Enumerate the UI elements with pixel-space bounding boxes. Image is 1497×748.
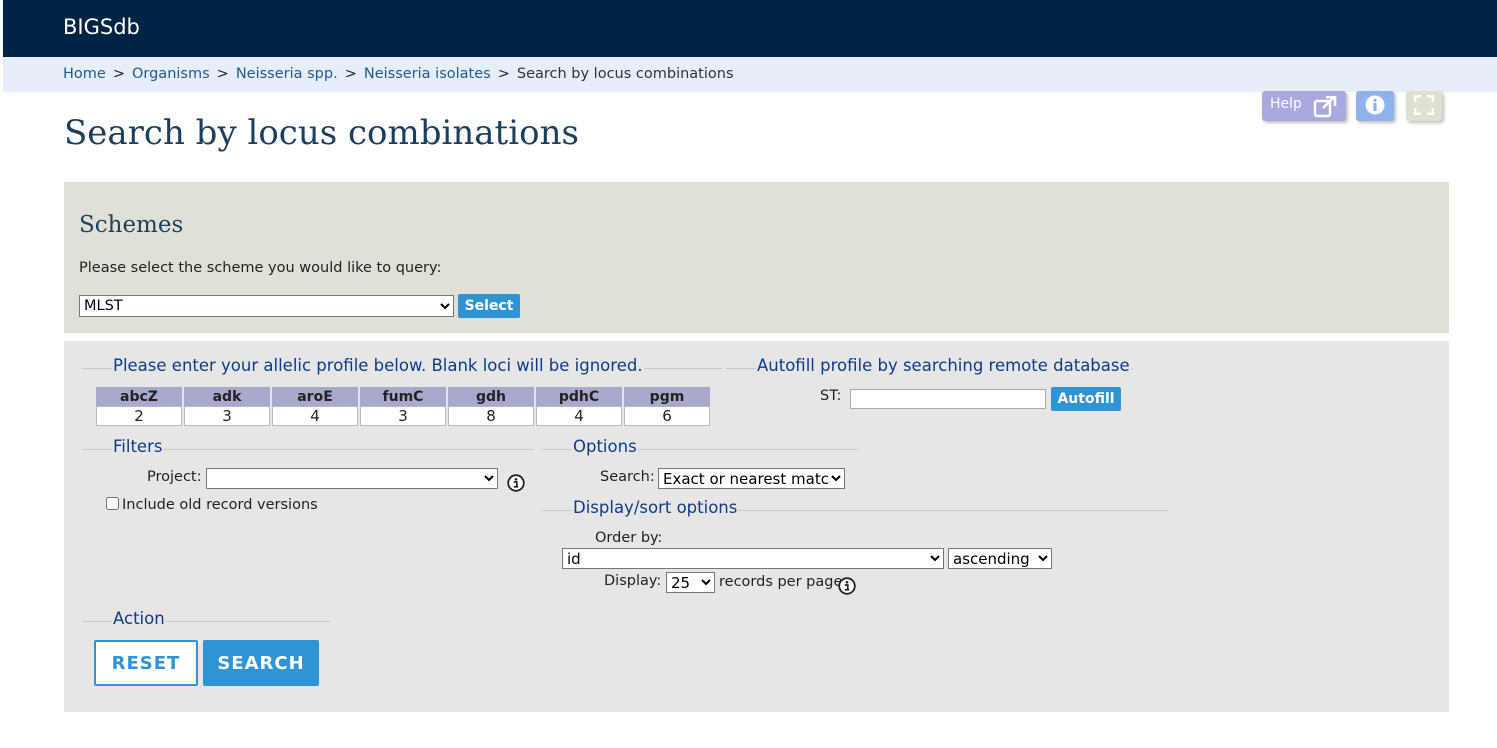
- help-button[interactable]: Help: [1262, 91, 1346, 121]
- profile-legend: Please enter your allelic profile below.…: [112, 356, 644, 375]
- reset-button[interactable]: RESET: [94, 640, 198, 686]
- allele-input-abcz[interactable]: 2: [96, 406, 182, 426]
- locus-header: pdhC: [536, 387, 622, 406]
- records-per-page-select[interactable]: 25: [666, 572, 715, 593]
- query-panel: Please enter your allelic profile below.…: [64, 341, 1449, 712]
- breadcrumb-organisms[interactable]: Organisms: [132, 66, 210, 82]
- sort-direction-select[interactable]: ascending: [948, 548, 1052, 569]
- records-per-page-label: records per page: [719, 574, 843, 590]
- display-info-icon[interactable]: [838, 577, 856, 595]
- help-label: Help: [1270, 96, 1302, 112]
- locus-header: gdh: [448, 387, 534, 406]
- breadcrumb-neisseria-isolates[interactable]: Neisseria isolates: [364, 66, 491, 82]
- expand-button[interactable]: [1406, 91, 1442, 121]
- allelic-profile-table: abcZ adk aroE fumC gdh pdhC pgm 2 3 4 3 …: [94, 387, 712, 426]
- action-legend: Action: [112, 609, 166, 628]
- display-sort-legend: Display/sort options: [572, 498, 739, 517]
- external-link-icon: [1313, 96, 1337, 118]
- st-input[interactable]: [850, 389, 1046, 409]
- project-select[interactable]: [206, 468, 498, 489]
- old-versions-label: Include old record versions: [122, 497, 318, 513]
- autofill-legend: Autofill profile by searching remote dat…: [756, 356, 1131, 375]
- allele-input-aroe[interactable]: 4: [272, 406, 358, 426]
- search-mode-select[interactable]: Exact or nearest match: [658, 468, 845, 489]
- allele-input-pdhc[interactable]: 4: [536, 406, 622, 426]
- locus-header: abcZ: [96, 387, 182, 406]
- st-label: ST:: [820, 388, 842, 404]
- select-button[interactable]: Select: [458, 294, 520, 318]
- info-button[interactable]: [1356, 91, 1394, 121]
- breadcrumb-separator: >: [344, 66, 357, 82]
- allele-input-gdh[interactable]: 8: [448, 406, 534, 426]
- project-label: Project:: [147, 469, 202, 485]
- project-info-icon[interactable]: [507, 474, 525, 492]
- search-mode-label: Search:: [600, 469, 655, 485]
- info-icon: [1365, 95, 1385, 115]
- brand-logo[interactable]: BIGSdb: [63, 15, 140, 39]
- locus-header: aroE: [272, 387, 358, 406]
- breadcrumb-separator: >: [112, 66, 125, 82]
- autofill-button[interactable]: Autofill: [1051, 387, 1121, 411]
- display-label: Display:: [604, 573, 662, 589]
- breadcrumb-current: Search by locus combinations: [516, 66, 734, 82]
- order-by-select[interactable]: id: [562, 548, 944, 569]
- expand-icon: [1414, 95, 1434, 115]
- locus-header: fumC: [360, 387, 446, 406]
- allele-input-fumc[interactable]: 3: [360, 406, 446, 426]
- page-title: Search by locus combinations: [64, 113, 579, 153]
- breadcrumb-neisseria-spp[interactable]: Neisseria spp.: [236, 66, 338, 82]
- old-versions-checkbox[interactable]: [106, 497, 119, 510]
- order-by-label: Order by:: [595, 530, 663, 546]
- options-legend: Options: [572, 437, 638, 456]
- filters-legend: Filters: [112, 437, 164, 456]
- breadcrumb-home[interactable]: Home: [63, 66, 106, 82]
- locus-header: adk: [184, 387, 270, 406]
- locus-header: pgm: [624, 387, 710, 406]
- search-button[interactable]: SEARCH: [203, 640, 319, 686]
- allele-input-adk[interactable]: 3: [184, 406, 270, 426]
- schemes-heading: Schemes: [79, 212, 184, 238]
- breadcrumb: Home > Organisms > Neisseria spp. > Neisseria …: [3, 57, 1497, 92]
- allele-input-pgm[interactable]: 6: [624, 406, 710, 426]
- top-bar: BIGSdb: [3, 0, 1497, 57]
- breadcrumb-separator: >: [497, 66, 510, 82]
- scheme-prompt: Please select the scheme you would like …: [79, 260, 442, 276]
- scheme-panel: Schemes Please select the scheme you wou…: [64, 182, 1449, 333]
- scheme-select[interactable]: MLST: [79, 295, 454, 317]
- breadcrumb-separator: >: [216, 66, 229, 82]
